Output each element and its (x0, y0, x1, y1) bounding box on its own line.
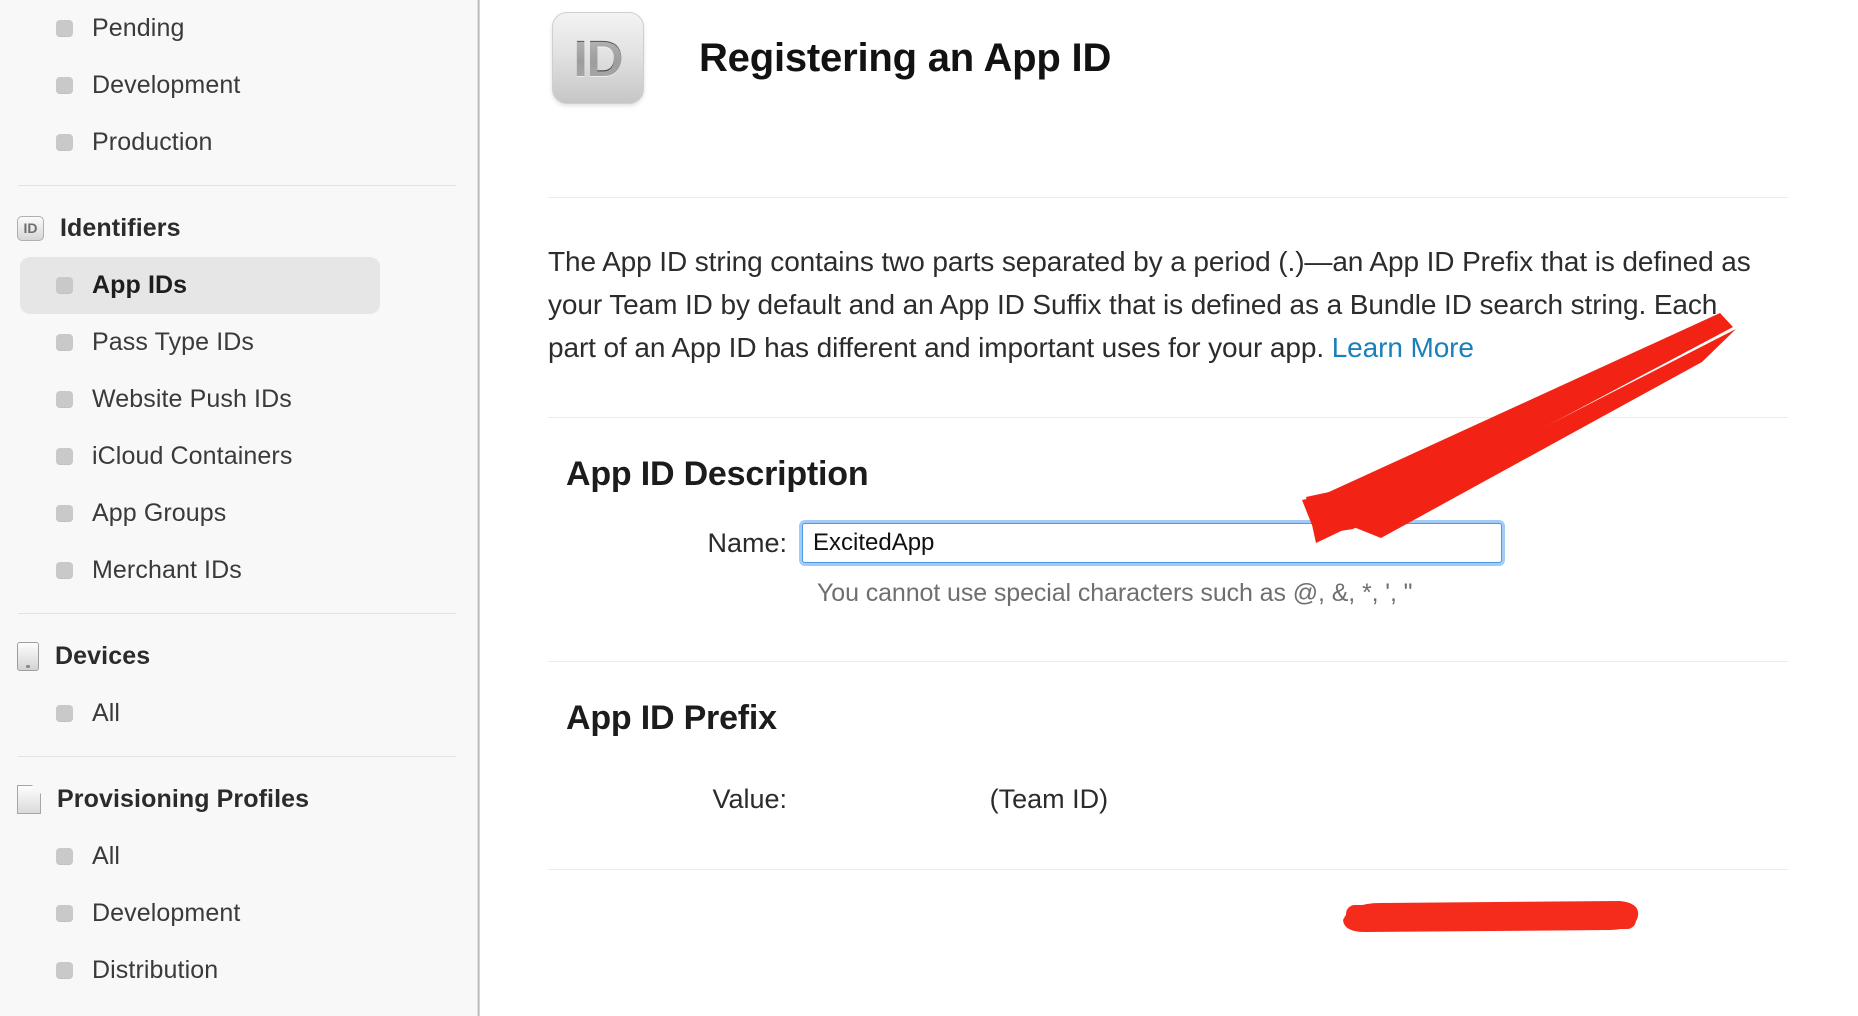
intro-text: The App ID string contains two parts sep… (548, 246, 1751, 363)
app-id-badge-text: ID (573, 29, 624, 87)
name-field-control (802, 523, 1502, 563)
name-input[interactable] (802, 523, 1502, 563)
id-badge-icon: ID (17, 215, 44, 241)
bullet-icon (56, 134, 73, 151)
section-divider-prefix (548, 661, 1788, 662)
bullet-icon (56, 705, 73, 722)
name-field-row: Name: (548, 523, 1788, 563)
document-icon (17, 784, 41, 814)
sidebar-item-devices-all[interactable]: All (0, 685, 480, 742)
sidebar-divider-line (18, 185, 456, 186)
sidebar-item-pending[interactable]: Pending (0, 0, 480, 57)
learn-more-link[interactable]: Learn More (1332, 332, 1474, 363)
sidebar-navigation: Pending Development Production ID Identi… (0, 0, 480, 1016)
sidebar-item-label: Development (92, 899, 241, 927)
app-id-description-heading: App ID Description (566, 455, 869, 493)
prefix-value-row: Value: XXXXXXXXXX (Team ID) (548, 784, 1788, 815)
name-field-hint: You cannot use special characters such a… (817, 579, 1413, 607)
prefix-value-text: XXXXXXXXXX (Team ID) (802, 784, 1109, 815)
page-header: ID Registering an App ID (548, 0, 1788, 104)
bullet-icon (56, 562, 73, 579)
prefix-value-label: Value: (712, 784, 787, 814)
red-redaction-scribble (1343, 901, 1639, 932)
sidebar-item-label: iCloud Containers (92, 442, 293, 470)
bullet-icon (56, 448, 73, 465)
app-window: Pending Development Production ID Identi… (0, 0, 1858, 1016)
sidebar-item-label: Pass Type IDs (92, 328, 255, 356)
sidebar-section-devices[interactable]: Devices (0, 627, 480, 685)
footer-divider (548, 869, 1788, 870)
sidebar-item-label: App Groups (92, 499, 227, 527)
bullet-icon (56, 391, 73, 408)
sidebar-item-app-groups[interactable]: App Groups (0, 485, 480, 542)
sidebar-item-development[interactable]: Development (0, 57, 480, 114)
bullet-icon (56, 77, 73, 94)
main-content: ID Registering an App ID The App ID stri… (480, 0, 1858, 1016)
bullet-icon (56, 848, 73, 865)
sidebar-item-profiles-development[interactable]: Development (0, 885, 480, 942)
bullet-icon (56, 905, 73, 922)
page-title: Registering an App ID (699, 35, 1112, 80)
sidebar-section-provisioning-profiles[interactable]: Provisioning Profiles (0, 770, 480, 828)
sidebar-item-label: Website Push IDs (92, 385, 292, 413)
sidebar-divider-line (18, 613, 456, 614)
sidebar-item-label: All (92, 842, 121, 870)
bullet-icon (56, 962, 73, 979)
sidebar-item-app-ids[interactable]: App IDs (20, 257, 380, 314)
sidebar-item-icloud-containers[interactable]: iCloud Containers (0, 428, 480, 485)
sidebar-item-label: App IDs (92, 271, 188, 299)
sidebar-item-label: Distribution (92, 956, 219, 984)
sidebar-item-label: Merchant IDs (92, 556, 242, 584)
sidebar-section-identifiers[interactable]: ID Identifiers (0, 199, 480, 257)
sidebar-divider-line (18, 756, 456, 757)
app-id-badge-icon: ID (552, 12, 644, 104)
sidebar-item-website-push-ids[interactable]: Website Push IDs (0, 371, 480, 428)
sidebar-item-label: All (92, 699, 121, 727)
name-field-label: Name: (707, 527, 787, 558)
prefix-team-id-suffix: (Team ID) (989, 784, 1109, 814)
sidebar-item-label: Production (92, 128, 213, 156)
intro-paragraph: The App ID string contains two parts sep… (548, 240, 1788, 369)
sidebar-section-label: Provisioning Profiles (57, 784, 310, 813)
sidebar-item-label: Development (92, 71, 241, 99)
sidebar-section-label: Identifiers (60, 213, 181, 242)
bullet-icon (56, 334, 73, 351)
bullet-icon (56, 505, 73, 522)
sidebar-item-merchant-ids[interactable]: Merchant IDs (0, 542, 480, 599)
sidebar-section-label: Devices (55, 641, 151, 670)
sidebar-item-label: Pending (92, 14, 185, 42)
section-divider-description (548, 417, 1788, 418)
sidebar-item-profiles-all[interactable]: All (0, 828, 480, 885)
bullet-icon (56, 277, 73, 294)
device-icon (17, 641, 39, 671)
sidebar-item-profiles-distribution[interactable]: Distribution (0, 942, 480, 999)
sidebar-item-pass-type-ids[interactable]: Pass Type IDs (0, 314, 480, 371)
app-id-prefix-heading: App ID Prefix (566, 699, 777, 737)
header-divider (548, 197, 1788, 198)
bullet-icon (56, 20, 73, 37)
sidebar-item-production[interactable]: Production (0, 114, 480, 171)
